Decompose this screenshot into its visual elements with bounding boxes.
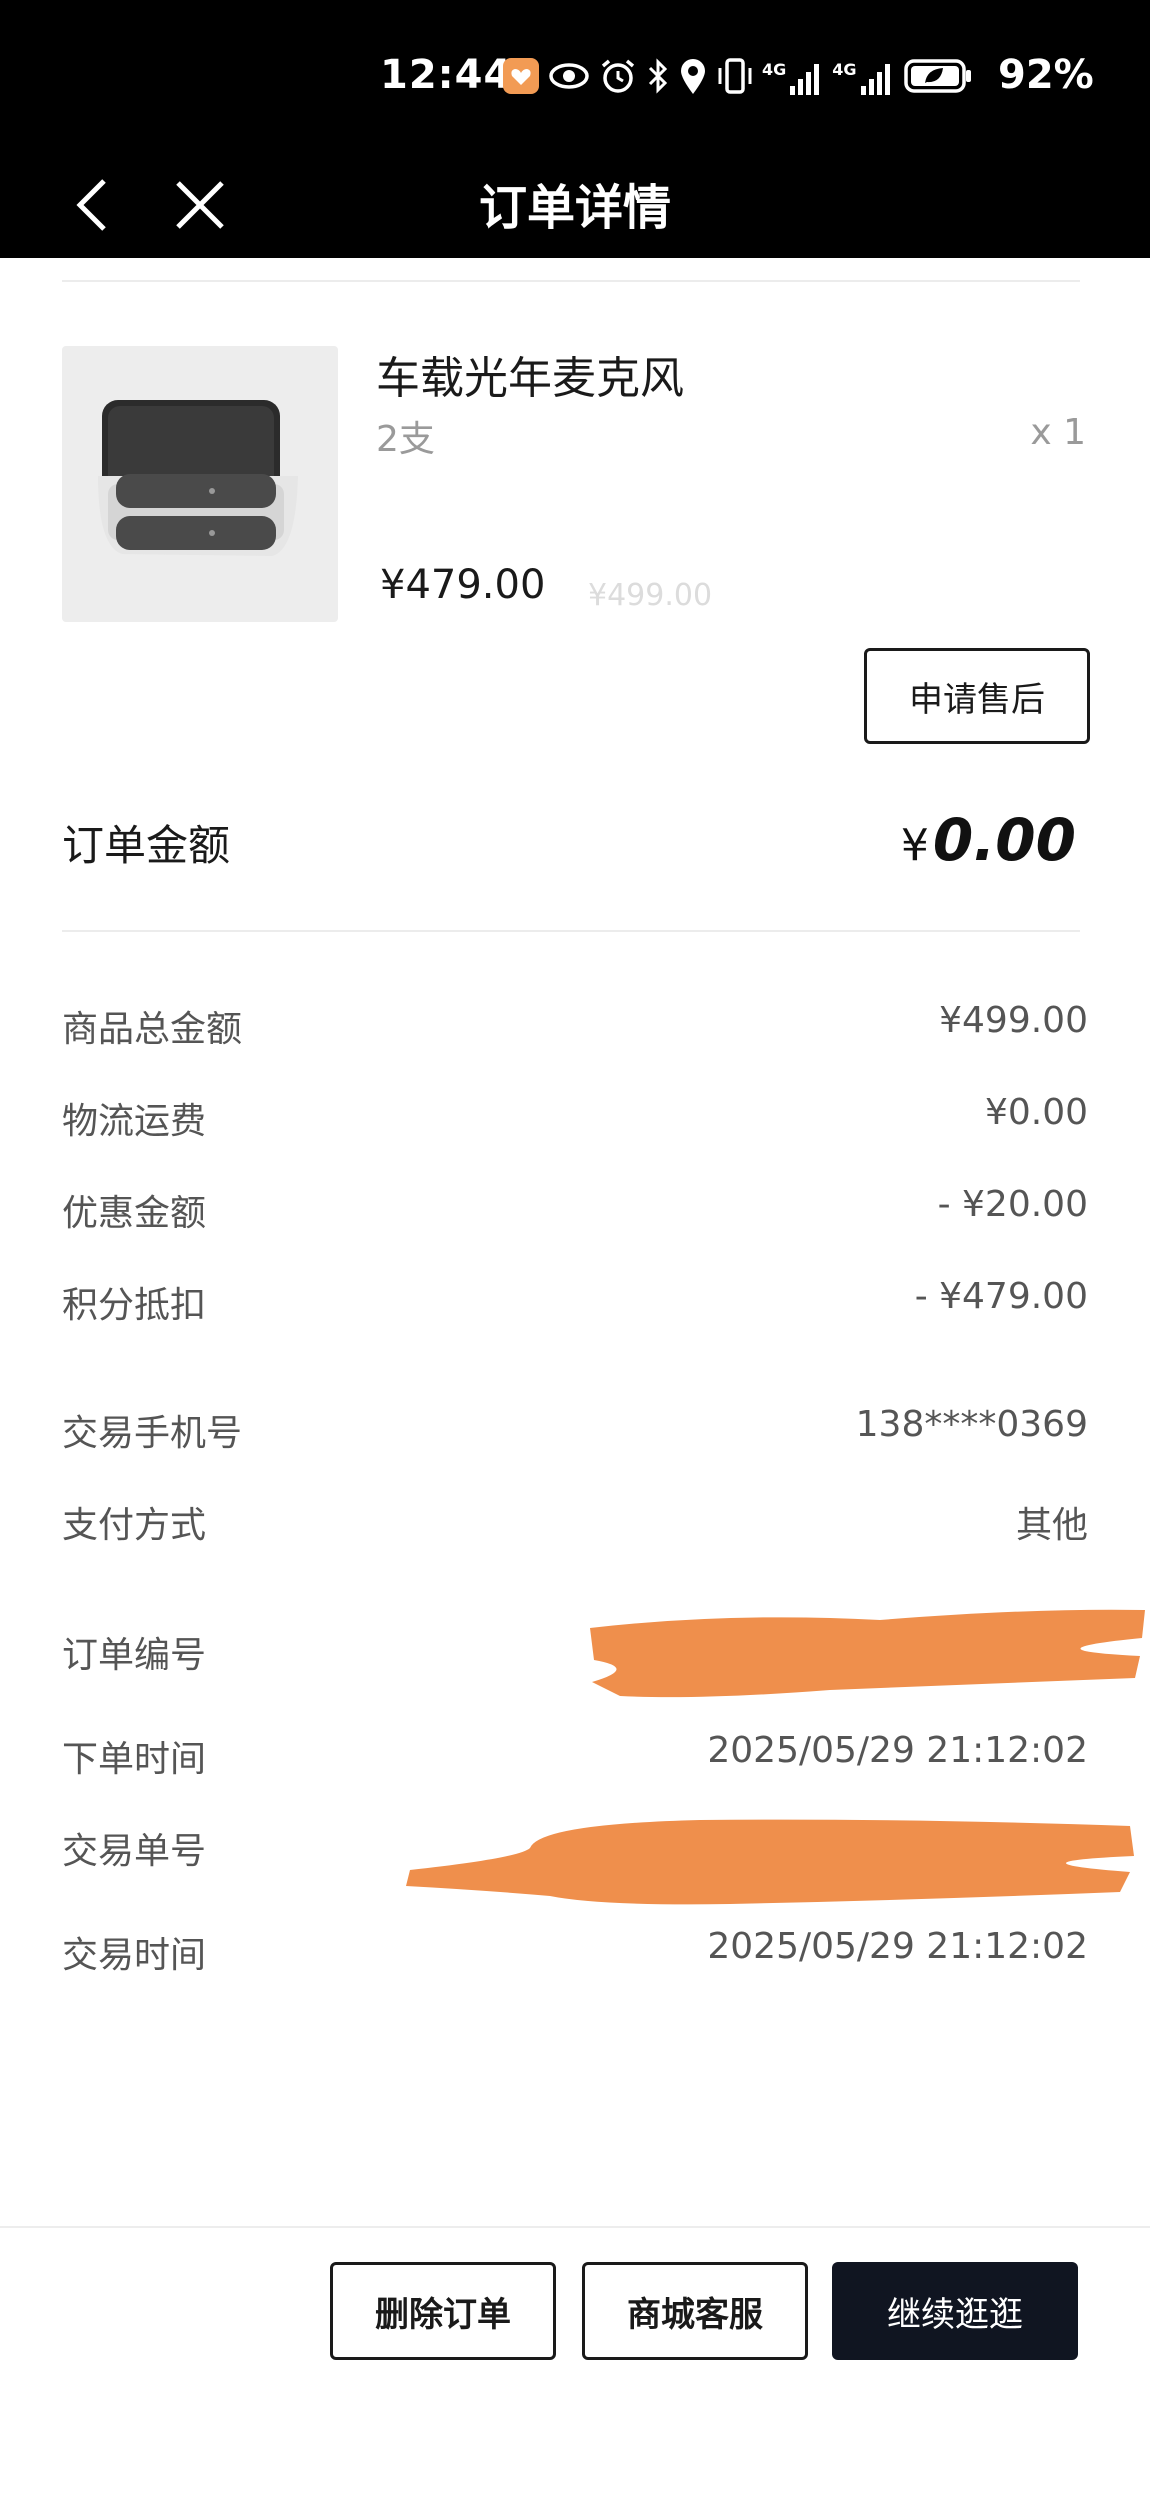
info-label-transaction-time: 交易时间: [62, 1935, 207, 1976]
continue-shopping-button[interactable]: 继续逛逛: [832, 2262, 1078, 2360]
info-value-transaction-time: 2025/05/29 21:12:02: [707, 1926, 1088, 1967]
fee-value-shipping: ¥0.00: [984, 1092, 1088, 1133]
redaction-order-number: [590, 1609, 1145, 1698]
info-label-transaction-number: 交易单号: [62, 1831, 207, 1872]
order-total-value: ¥0.00: [901, 806, 1076, 874]
customer-service-button[interactable]: 商城客服: [582, 2262, 808, 2360]
fee-value-points: - ¥479.00: [914, 1276, 1088, 1317]
vibrate-icon: [716, 56, 754, 100]
fee-label-goods-total: 商品总金额: [62, 1009, 243, 1050]
bottom-divider: [0, 2226, 1150, 2228]
battery-icon: [903, 57, 973, 99]
fee-label-shipping: 物流运费: [62, 1101, 207, 1142]
top-divider: [62, 280, 1080, 282]
signal-icon: 4G: [832, 60, 894, 96]
bluetooth-icon: [646, 56, 670, 100]
fee-label-points: 积分抵扣: [62, 1285, 207, 1326]
battery-percent: 92%: [998, 52, 1094, 98]
info-value-payment: 其他: [1015, 1505, 1088, 1546]
info-label-order-time: 下单时间: [62, 1739, 207, 1780]
nav-bar: 订单详情: [0, 158, 1150, 258]
status-time: 12:44: [380, 52, 513, 98]
info-label-phone: 交易手机号: [62, 1413, 243, 1454]
after-sale-button[interactable]: 申请售后: [864, 648, 1090, 744]
back-button[interactable]: [64, 164, 120, 246]
close-button[interactable]: [168, 164, 232, 246]
info-value-order-time: 2025/05/29 21:12:02: [707, 1730, 1088, 1771]
app-notification-icon: [502, 57, 540, 99]
product-price: ¥479.00: [380, 562, 546, 608]
product-image[interactable]: [62, 346, 338, 622]
order-total-label: 订单金额: [62, 821, 231, 870]
total-divider: [62, 930, 1080, 932]
signal-icon: 4G: [762, 60, 824, 96]
alarm-icon: [598, 56, 638, 100]
delete-order-button[interactable]: 删除订单: [330, 2262, 556, 2360]
order-total-amount: 0.00: [932, 806, 1076, 874]
fee-label-discount: 优惠金额: [62, 1193, 207, 1234]
fee-value-discount: - ¥20.00: [937, 1184, 1088, 1225]
info-label-payment: 支付方式: [62, 1505, 207, 1546]
order-total-currency: ¥: [900, 820, 929, 871]
location-icon: [678, 56, 708, 100]
chevron-left-icon: [76, 179, 106, 231]
redaction-transaction-number: [406, 1819, 1134, 1905]
product-spec: 2支: [376, 419, 435, 460]
info-label-order-number: 订单编号: [62, 1635, 207, 1676]
product-name[interactable]: 车载光年麦克风: [376, 342, 684, 406]
status-bar: 12:44 4G 4G 92%: [0, 0, 1150, 158]
fee-value-goods-total: ¥499.00: [939, 1000, 1088, 1041]
product-quantity: x 1: [1030, 412, 1086, 453]
info-value-phone: 138****0369: [855, 1404, 1088, 1445]
status-icons: 4G 4G: [502, 56, 973, 100]
product-original-price: ¥499.00: [588, 578, 713, 613]
microphone-case-icon: [98, 400, 298, 556]
close-icon: [176, 181, 224, 229]
eye-icon: [548, 61, 590, 95]
